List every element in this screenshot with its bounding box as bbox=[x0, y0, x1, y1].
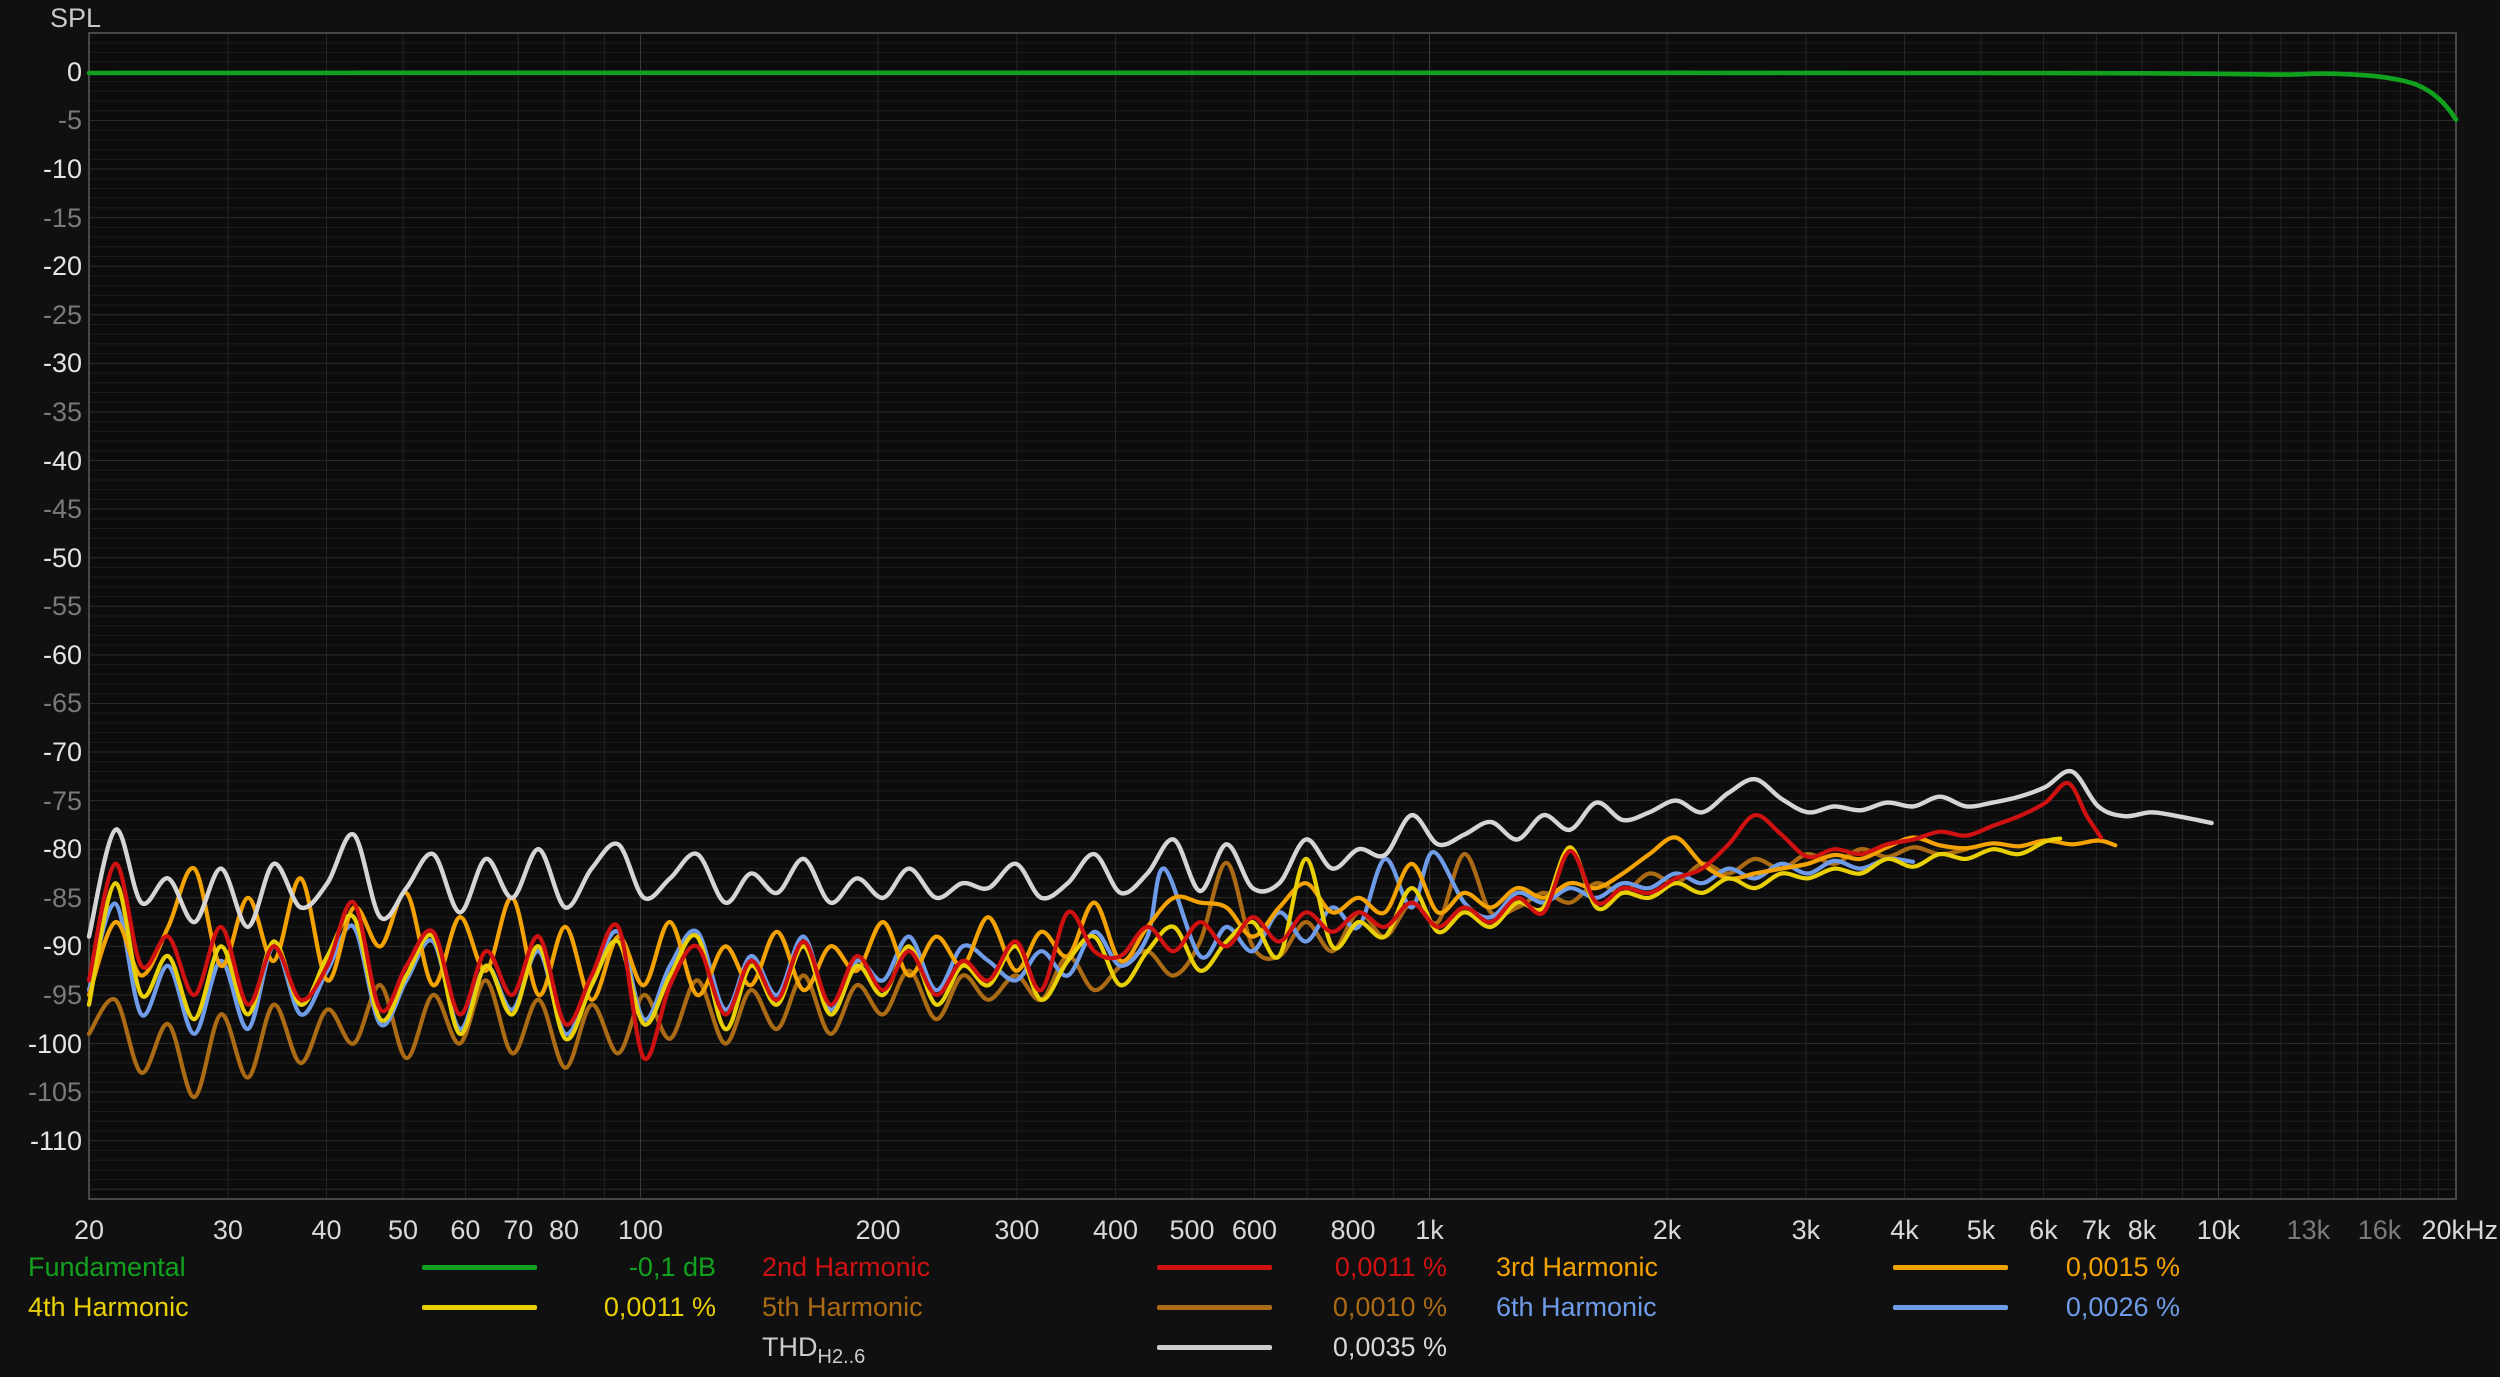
legend-value-thd: 0,0035 % bbox=[1170, 1331, 1447, 1363]
thd-text: THD bbox=[762, 1332, 818, 1362]
y-tick-label: -90 bbox=[0, 931, 82, 961]
x-tick-label: 1k bbox=[1349, 1215, 1509, 1245]
legend-label-2nd-harmonic: 2nd Harmonic bbox=[762, 1251, 930, 1283]
y-tick-label: -35 bbox=[0, 397, 82, 427]
legend-label-3rd-harmonic: 3rd Harmonic bbox=[1496, 1251, 1658, 1283]
y-tick-label: -60 bbox=[0, 640, 82, 670]
plot-canvas bbox=[0, 0, 2500, 1377]
y-tick-label: -15 bbox=[0, 203, 82, 233]
spl-distortion-chart: SPL 0 -5 -10 -15 -20 -25 -30 -35 -40 -45 -50 -55 -60… bbox=[0, 0, 2500, 1377]
legend-label-thd: THDH2..6 bbox=[762, 1331, 865, 1366]
y-tick-label: -25 bbox=[0, 300, 82, 330]
legend-label-5th-harmonic: 5th Harmonic bbox=[762, 1291, 923, 1323]
legend-label-fundamental: Fundamental bbox=[28, 1251, 186, 1283]
y-tick-label: -40 bbox=[0, 446, 82, 476]
legend-value-2nd-harmonic: 0,0011 % bbox=[1170, 1251, 1447, 1283]
legend-value-4th-harmonic: 0,0011 % bbox=[440, 1291, 716, 1323]
y-tick-label: -30 bbox=[0, 348, 82, 378]
legend-value-5th-harmonic: 0,0010 % bbox=[1170, 1291, 1447, 1323]
y-tick-label: -50 bbox=[0, 543, 82, 573]
y-tick-label: -45 bbox=[0, 494, 82, 524]
y-tick-label: -85 bbox=[0, 883, 82, 913]
x-tick-label: 2k bbox=[1587, 1215, 1747, 1245]
y-tick-label: -5 bbox=[0, 105, 82, 135]
y-axis-title: SPL bbox=[50, 3, 101, 33]
legend-label-6th-harmonic: 6th Harmonic bbox=[1496, 1291, 1657, 1323]
y-tick-label: -110 bbox=[0, 1126, 82, 1156]
y-tick-label: -65 bbox=[0, 688, 82, 718]
y-tick-label: -105 bbox=[0, 1077, 82, 1107]
y-tick-label: -75 bbox=[0, 786, 82, 816]
y-tick-label: -80 bbox=[0, 834, 82, 864]
legend-label-4th-harmonic: 4th Harmonic bbox=[28, 1291, 189, 1323]
legend-value-fundamental: -0,1 dB bbox=[440, 1251, 716, 1283]
y-tick-label: -95 bbox=[0, 980, 82, 1010]
x-tick-label: 20kHz bbox=[2338, 1215, 2498, 1245]
x-tick-label: 20 bbox=[9, 1215, 169, 1245]
legend-value-3rd-harmonic: 0,0015 % bbox=[1920, 1251, 2180, 1283]
y-tick-label: -10 bbox=[0, 154, 82, 184]
y-tick-label: -70 bbox=[0, 737, 82, 767]
thd-subscript: H2..6 bbox=[818, 1346, 866, 1368]
y-tick-label: -20 bbox=[0, 251, 82, 281]
legend-value-6th-harmonic: 0,0026 % bbox=[1920, 1291, 2180, 1323]
y-tick-label: -100 bbox=[0, 1029, 82, 1059]
x-tick-label: 200 bbox=[798, 1215, 958, 1245]
x-tick-label: 100 bbox=[560, 1215, 720, 1245]
y-tick-label: 0 bbox=[0, 57, 82, 87]
y-tick-label: -55 bbox=[0, 591, 82, 621]
